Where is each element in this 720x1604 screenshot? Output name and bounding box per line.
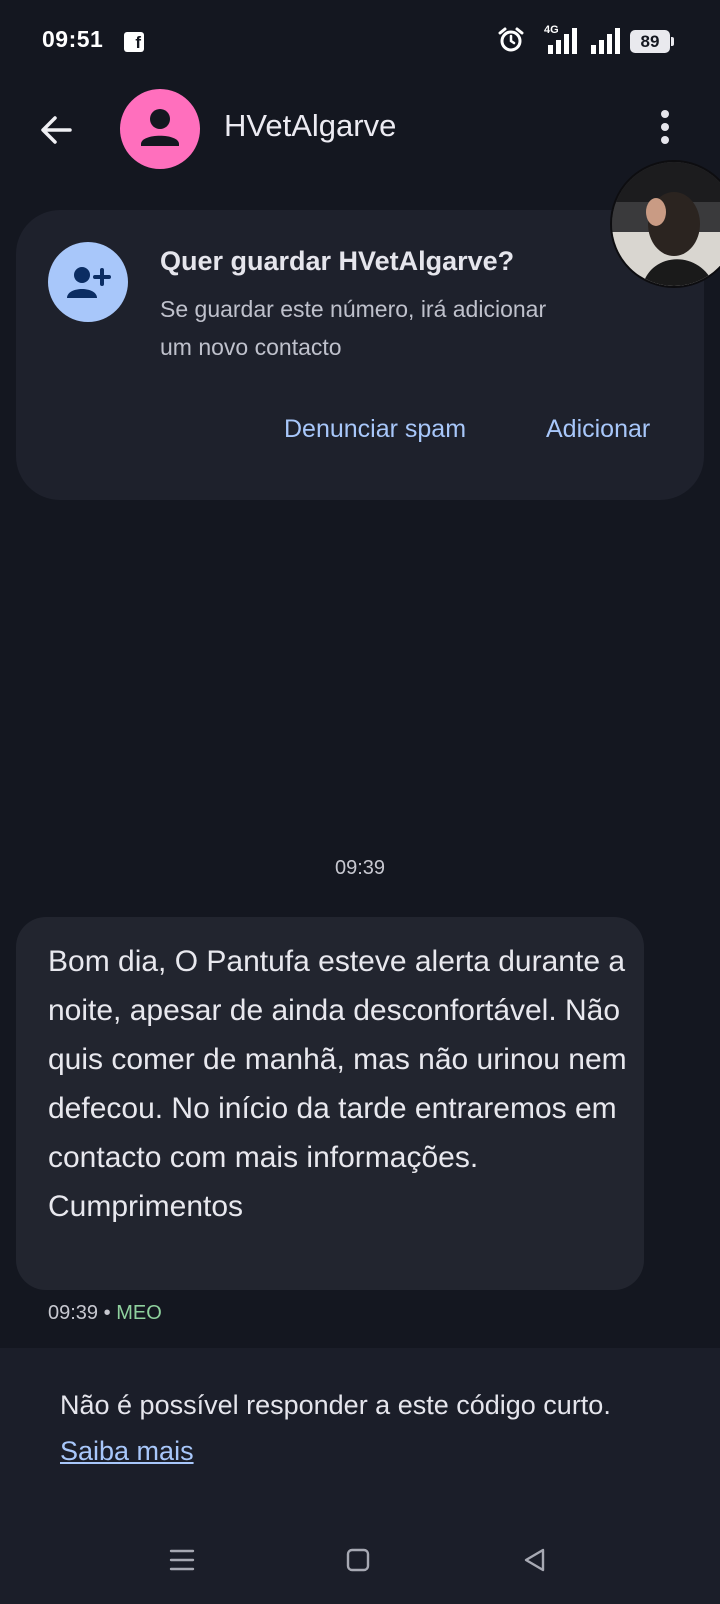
home-button[interactable] xyxy=(338,1540,378,1580)
battery-level: 89 xyxy=(640,32,660,51)
carrier-label: MEO xyxy=(116,1302,162,1324)
facebook-notification-icon: f xyxy=(124,32,144,52)
status-bar: 09:51 f 4G 89 xyxy=(0,0,720,80)
messages-screen: 09:51 f 4G 89 HVetAlgarve Quer guardar H… xyxy=(0,0,720,1604)
add-contact-avatar xyxy=(48,242,128,322)
alarm-clock-icon xyxy=(498,27,524,52)
message-time-separator: 09:39 xyxy=(334,857,386,879)
recent-apps-button[interactable] xyxy=(162,1540,202,1580)
battery-icon: 89 xyxy=(630,30,674,53)
status-time: 09:51 xyxy=(42,26,104,52)
chat-head-photo xyxy=(612,162,720,286)
report-spam-button[interactable]: Denunciar spam xyxy=(284,415,466,444)
person-add-icon xyxy=(67,267,111,298)
cannot-reply-text: Não é possível responder a este código c… xyxy=(60,1390,611,1420)
meta-separator: • xyxy=(103,1302,111,1324)
save-contact-card: Quer guardar HVetAlgarve? Se guardar est… xyxy=(16,210,704,500)
message-text: Bom dia, O Pantufa esteve alerta durante… xyxy=(48,945,627,1223)
triangle-back-icon xyxy=(524,1548,545,1572)
signal-strength-icon-sim2 xyxy=(591,28,620,54)
more-options-button[interactable] xyxy=(645,106,685,156)
message-metadata: 09:39 • MEO xyxy=(48,1302,162,1325)
signal-strength-icon xyxy=(548,28,577,54)
person-icon xyxy=(141,109,179,146)
arrow-left-icon xyxy=(41,116,72,144)
learn-more-link[interactable]: Saiba mais xyxy=(60,1436,194,1467)
menu-icon xyxy=(169,1549,195,1571)
incoming-message-bubble[interactable]: Bom dia, O Pantufa esteve alerta durante… xyxy=(16,917,644,1290)
nav-back-button[interactable] xyxy=(515,1540,555,1580)
square-icon xyxy=(346,1548,370,1572)
conversation-header: HVetAlgarve xyxy=(0,80,720,180)
save-contact-title: Quer guardar HVetAlgarve? xyxy=(160,246,515,276)
more-vert-icon xyxy=(661,110,669,118)
back-button[interactable] xyxy=(30,104,82,156)
save-contact-description: Se guardar este número, irá adicionar um… xyxy=(160,296,547,360)
add-contact-button[interactable]: Adicionar xyxy=(546,415,650,444)
contact-name[interactable]: HVetAlgarve xyxy=(224,108,396,144)
contact-avatar[interactable] xyxy=(120,89,200,169)
message-time: 09:39 xyxy=(48,1302,99,1324)
